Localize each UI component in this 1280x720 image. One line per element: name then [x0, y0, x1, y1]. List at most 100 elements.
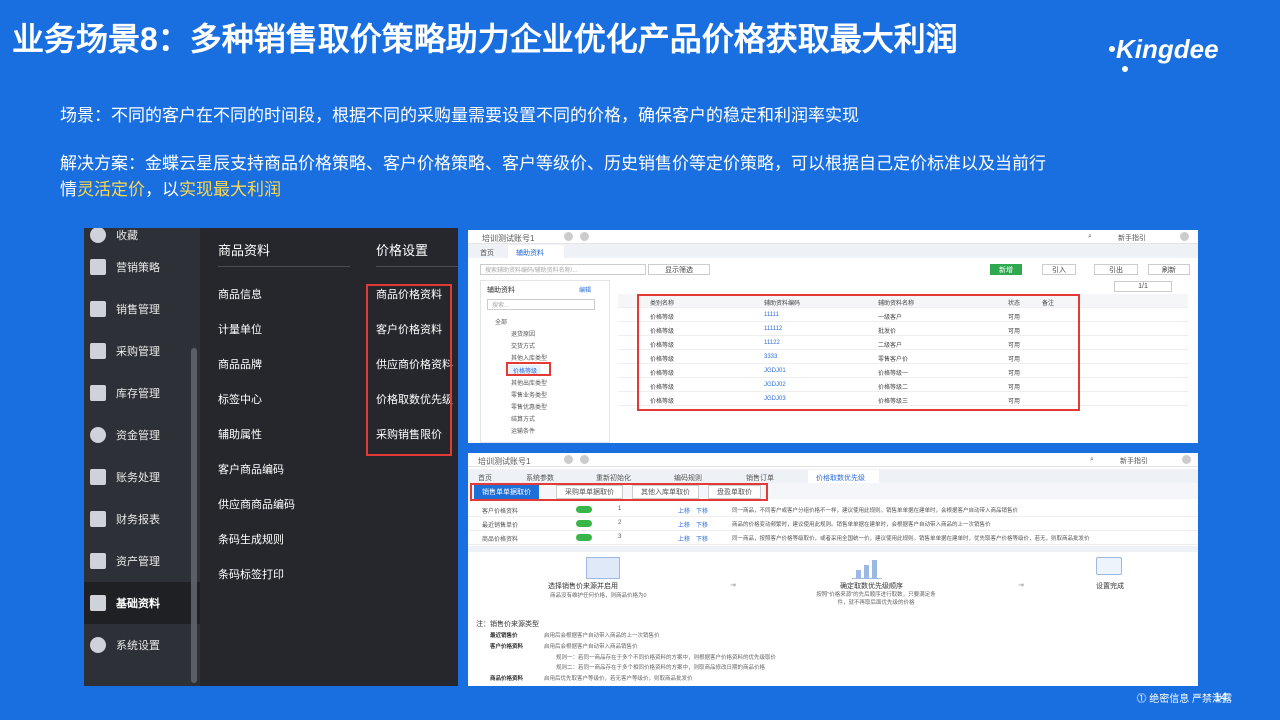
search-input[interactable]: 搜索辅助资料编码/辅助资料名称/...	[480, 264, 646, 275]
help-icon[interactable]	[580, 455, 589, 464]
nav-scrollbar[interactable]	[191, 348, 197, 683]
move-down-link[interactable]: 下移	[696, 520, 708, 529]
menu-item-product-info[interactable]: 商品信息	[218, 286, 262, 302]
price-settings-header: 价格设置	[376, 243, 429, 258]
export-button[interactable]: 引出	[1094, 264, 1138, 275]
toggle-switch[interactable]	[576, 506, 592, 513]
tab-aux-data[interactable]: 辅助资料	[508, 245, 564, 261]
import-button[interactable]: 引入	[1042, 264, 1076, 275]
menu-item-aux-attr[interactable]: 辅助属性	[218, 426, 262, 442]
settings-icon[interactable]	[564, 232, 573, 241]
tree-item[interactable]: 其他出库类型	[511, 378, 547, 387]
arrow-icon: ⇥	[1018, 582, 1024, 589]
money-icon	[90, 427, 106, 443]
box-icon	[90, 385, 106, 401]
account-name[interactable]: 培训测试账号1	[482, 233, 534, 244]
nav-item-marketing[interactable]: 营销策略	[84, 246, 200, 288]
priority-row[interactable]: 客户价格资料 1 上移 下移 同一商品，不同客户或客户分组价格不一样，建议使用此…	[468, 503, 1198, 517]
tab-code-rules[interactable]: 编码规则	[674, 473, 702, 483]
nav-item-settings[interactable]: 系统设置	[84, 624, 200, 666]
tree-item[interactable]: 运输条件	[511, 426, 535, 435]
tree-title: 辅助资料	[487, 287, 515, 294]
tree-item[interactable]: 全部	[495, 317, 507, 326]
bar-chart-icon	[90, 301, 106, 317]
nav-item-reports[interactable]: 财务报表	[84, 498, 200, 540]
solution-text-line2: 情灵活定价，以实现最大利润	[60, 177, 281, 203]
highlight-max-profit: 实现最大利润	[179, 180, 281, 199]
search-icon[interactable]: ⌕	[1090, 456, 1094, 464]
tree-item[interactable]: 退货原因	[511, 329, 535, 338]
nav-item-assets[interactable]: 资产管理	[84, 540, 200, 582]
highlight-box	[506, 362, 551, 376]
flow-step-title: 选择销售价来源并启用	[548, 583, 618, 590]
move-up-link[interactable]: 上移	[678, 520, 690, 529]
cart-icon	[90, 343, 106, 359]
menu-item-tag-center[interactable]: 标签中心	[218, 391, 262, 407]
asset-icon	[90, 553, 106, 569]
tab-reinit[interactable]: 重新初始化	[596, 473, 631, 483]
tab-home[interactable]: 首页	[480, 248, 494, 258]
menu-item-customer-code[interactable]: 客户商品编码	[218, 461, 284, 477]
tab-bar: 首页 系统参数 重新初始化 编码规则 销售订单 价格取数优先级	[468, 469, 1198, 486]
help-icon[interactable]	[580, 232, 589, 241]
gear-icon	[90, 637, 106, 653]
avatar[interactable]	[1180, 232, 1189, 241]
guide-link[interactable]: 新手指引	[1120, 456, 1148, 466]
nav-item-sales[interactable]: 销售管理	[84, 288, 200, 330]
tab-home[interactable]: 首页	[478, 473, 492, 483]
settings-icon[interactable]	[564, 455, 573, 464]
divider	[218, 266, 350, 267]
menu-item-barcode-print[interactable]: 条码标签打印	[218, 566, 284, 582]
tree-item[interactable]: 交货方式	[511, 341, 535, 350]
move-up-link[interactable]: 上移	[678, 534, 690, 543]
new-button[interactable]: 新增	[990, 264, 1022, 275]
nav-item-funds[interactable]: 资金管理	[84, 414, 200, 456]
priority-row[interactable]: 商品价格资料 3 上移 下移 同一商品，按照客户价格等级取价，或者采用全国统一价…	[468, 531, 1198, 545]
guide-link[interactable]: 新手指引	[1118, 233, 1146, 243]
menu-item-unit[interactable]: 计量单位	[218, 321, 262, 337]
star-icon	[90, 228, 106, 243]
table-illustration-icon	[586, 557, 620, 579]
toggle-switch[interactable]	[576, 534, 592, 541]
menu-item-supplier-code[interactable]: 供应商商品编码	[218, 496, 295, 512]
tab-sales-order[interactable]: 销售订单	[746, 473, 774, 483]
nav-item-purchase[interactable]: 采购管理	[84, 330, 200, 372]
move-down-link[interactable]: 下移	[696, 534, 708, 543]
search-icon[interactable]: ⌕	[1088, 233, 1092, 241]
nav-item-accounting[interactable]: 账务处理	[84, 456, 200, 498]
notes-title: 注：销售价来源类型	[476, 621, 539, 628]
price-priority-screenshot: 培训测试账号1 ⌕ 新手指引 首页 系统参数 重新初始化 编码规则 销售订单 价…	[468, 453, 1198, 686]
highlight-flexible-pricing: 灵活定价	[77, 180, 145, 199]
pager[interactable]: 1/1	[1114, 281, 1172, 292]
menu-item-barcode-rule[interactable]: 条码生成规则	[218, 531, 284, 547]
filter-dropdown[interactable]: 显示筛选	[648, 264, 710, 275]
ledger-icon	[90, 469, 106, 485]
main-nav: 收藏 营销策略 销售管理 采购管理 库存管理 资金管理 账务处理 财务报表 资产…	[84, 228, 200, 686]
menu-item-brand[interactable]: 商品品牌	[218, 356, 262, 372]
layers-icon	[90, 595, 106, 611]
tree-item[interactable]: 零售业务类型	[511, 390, 547, 399]
nav-item-inventory[interactable]: 库存管理	[84, 372, 200, 414]
kingdee-logo: Kingdee	[1116, 34, 1219, 64]
avatar[interactable]	[1182, 455, 1191, 464]
tree-search-input[interactable]: 搜索...	[487, 299, 595, 310]
priority-row[interactable]: 最近销售单价 2 上移 下移 商品的价格变动频繁时，建议使用此规则。销售单单据在…	[468, 517, 1198, 531]
tab-system-params[interactable]: 系统参数	[526, 473, 554, 483]
highlight-box	[637, 294, 1080, 411]
tree-edit-link[interactable]: 编辑	[579, 285, 591, 294]
tree-item[interactable]: 零售优惠类型	[511, 402, 547, 411]
nav-item-basic-data[interactable]: 基础资料	[84, 582, 200, 624]
tab-bar: 首页 辅助资料	[468, 244, 1198, 261]
product-data-header: 商品资料	[218, 243, 271, 258]
scene-text: 场景：不同的客户在不同的时间段，根据不同的采购量需要设置不同的价格，确保客户的稳…	[60, 106, 859, 125]
flow-step-title: 设置完成	[1096, 583, 1124, 590]
move-down-link[interactable]: 下移	[696, 506, 708, 515]
move-up-link[interactable]: 上移	[678, 506, 690, 515]
logo-dot-icon	[1109, 46, 1115, 52]
tree-item[interactable]: 其他入库类型	[511, 353, 547, 362]
tree-item[interactable]: 结算方式	[511, 414, 535, 423]
slide-title: 业务场景8：多种销售取价策略助力企业优化产品价格获取最大利润	[12, 21, 958, 57]
refresh-button[interactable]: 刷新	[1148, 264, 1190, 275]
account-name[interactable]: 培训测试账号1	[478, 456, 530, 467]
toggle-switch[interactable]	[576, 520, 592, 527]
